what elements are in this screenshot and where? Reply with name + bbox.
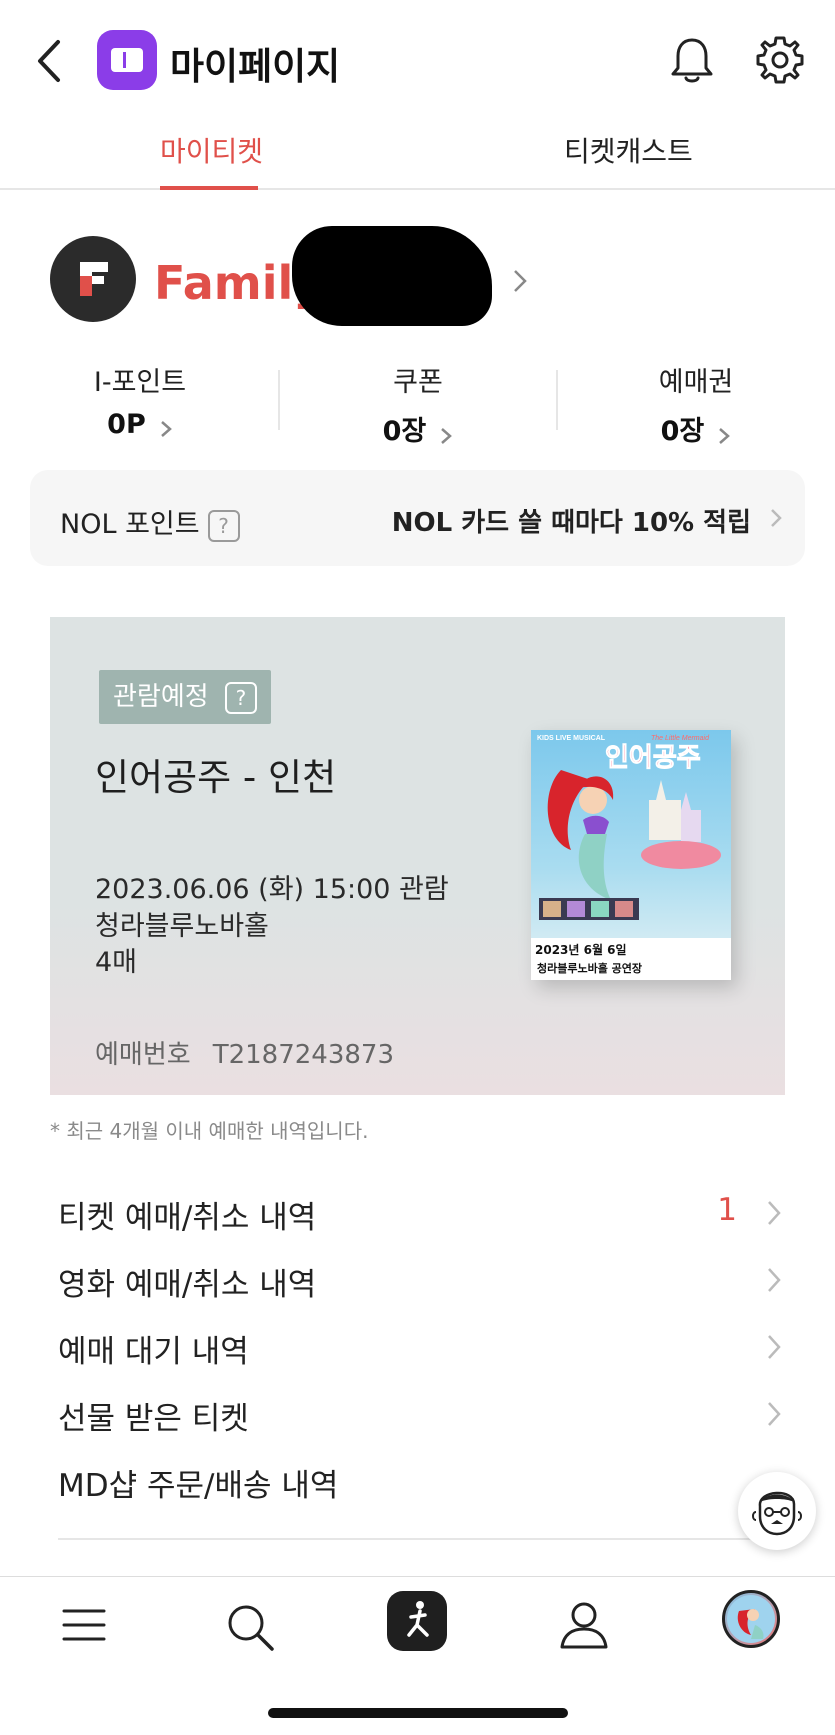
stat-i-point[interactable]: I-포인트 0P [40,360,240,440]
chatbot-button[interactable] [738,1472,816,1550]
menu-divider [58,1538,778,1540]
show-venue: 청라블루노바홀 [95,911,269,942]
chevron-right-icon [510,266,530,296]
menu-label: 티켓 예매/취소 내역 [58,1200,317,1236]
ticket-quantity: 4매 [95,947,138,978]
ticket-person-icon [407,1601,429,1637]
menu-ticket-history[interactable]: 티켓 예매/취소 내역 1 [0,1180,835,1247]
show-datetime: 2023.06.06 (화) 15:00 관람 [95,874,449,905]
poster-subtitle: The Little Mermaid [651,735,710,742]
hamburger-icon [62,1609,106,1641]
home-tab[interactable] [387,1591,447,1651]
app-logo [97,30,157,90]
show-title: 인어공주 - 인천 [95,756,337,799]
stat-label: I-포인트 [93,367,187,398]
stat-voucher[interactable]: 예매권 0장 [596,360,796,448]
menu-tab[interactable] [52,1595,116,1659]
menu-movie-history[interactable]: 영화 예매/취소 내역 [0,1247,835,1314]
menu-label: 영화 예매/취소 내역 [58,1267,317,1303]
profile-row[interactable]: Family [50,226,810,326]
menu-gift-tickets[interactable]: 선물 받은 티켓 [0,1381,835,1448]
tab-ticket-cast[interactable]: 티켓캐스트 [564,130,693,170]
stat-coupon[interactable]: 쿠폰 0장 [318,360,518,448]
chevron-right-icon [161,420,172,437]
poster-title: 인어공주 [605,743,701,773]
help-icon[interactable]: ? [207,509,240,542]
menu-label: 선물 받은 티켓 [58,1401,249,1437]
booking-number-row: 예매번호 T2187243873 [95,1034,394,1071]
benefit-stats: I-포인트 0P 쿠폰 0장 예매권 0장 [0,360,835,450]
menu-md-shop-orders[interactable]: MD샵 주문/배송 내역 [0,1448,835,1515]
search-icon [228,1605,274,1651]
menu-label: MD샵 주문/배송 내역 [58,1468,339,1504]
bell-icon [671,38,713,83]
stat-value: 0P [107,409,146,440]
page-title: 마이페이지 [170,45,341,88]
active-tab-indicator [160,186,258,190]
status-badge: 관람예정 ? [99,670,271,724]
poster-date: 2023년 6월 6일 [535,942,627,957]
stat-divider [556,370,558,430]
settings-button[interactable] [752,32,808,88]
home-indicator [268,1708,568,1718]
stat-label: 예매권 [658,367,734,398]
poster-kicker: KIDS LIVE MUSICAL [537,735,606,742]
menu-label: 예매 대기 내역 [58,1334,249,1370]
search-tab[interactable] [218,1595,282,1659]
family-grade-icon [80,262,108,296]
chatbot-face-icon [752,1491,802,1536]
grade-avatar [50,236,136,322]
recent-viewed-tab[interactable] [722,1590,780,1648]
notification-button[interactable] [664,32,720,88]
recent-poster-thumbnail [727,1595,775,1643]
ticket-logo-icon [111,48,143,72]
stat-value: 0장 [660,416,705,447]
nol-promo-text: NOL 카드 쓸 때마다 10% 적립 [391,508,751,538]
chevron-right-icon [768,1335,781,1359]
top-tabs: 마이티켓 티켓캐스트 [0,120,835,190]
menu-count-badge: 1 [717,1192,737,1228]
tab-my-ticket[interactable]: 마이티켓 [160,130,263,170]
booking-number-label: 예매번호 [95,1040,191,1070]
gear-icon [756,36,804,84]
top-header: 마이페이지 [0,0,835,120]
help-icon[interactable]: ? [224,681,257,714]
history-notice: * 최근 4개월 이내 예매한 내역입니다. [50,1119,369,1143]
nol-point-banner[interactable]: NOL 포인트? NOL 카드 쓸 때마다 10% 적립 [30,470,805,566]
nol-point-label: NOL 포인트 [60,509,200,540]
bottom-tab-bar [0,1576,835,1686]
ticket-card[interactable]: 관람예정 ? 인어공주 - 인천 2023.06.06 (화) 15:00 관람… [50,617,785,1095]
show-poster[interactable]: KIDS LIVE MUSICAL The Little Mermaid 인어공… [531,730,731,980]
stat-label: 쿠폰 [393,367,443,398]
mermaid-poster-image: KIDS LIVE MUSICAL The Little Mermaid 인어공… [531,735,731,980]
stat-divider [278,370,280,430]
chevron-left-icon [38,40,60,82]
chevron-right-icon [719,427,731,444]
redacted-user-name [292,226,492,326]
chevron-right-icon [771,509,782,527]
chevron-right-icon [768,1268,781,1292]
booking-number: T2187243873 [212,1040,394,1070]
poster-venue: 청라블루노바홀 공연장 [537,961,642,975]
nol-point-label-group: NOL 포인트? [60,502,240,542]
status-text: 관람예정 [113,682,209,712]
menu-waitlist-history[interactable]: 예매 대기 내역 [0,1314,835,1381]
chevron-right-icon [768,1402,781,1426]
mypage-tab[interactable] [552,1595,616,1659]
back-button[interactable] [30,36,70,86]
person-icon [560,1602,608,1649]
stat-value: 0장 [382,416,427,447]
chevron-right-icon [768,1201,781,1225]
chevron-right-icon [441,427,453,444]
